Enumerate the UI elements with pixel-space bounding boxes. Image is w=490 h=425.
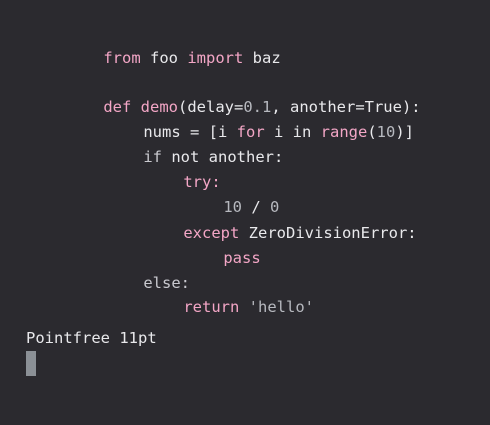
paren-close: )] bbox=[395, 123, 415, 141]
builtin-range: range bbox=[320, 123, 368, 141]
code-line-3: nums = [i for i in range(10)] bbox=[106, 102, 414, 141]
text-cursor bbox=[26, 351, 36, 376]
code-line-5: try: bbox=[146, 152, 220, 191]
number-literal: 10 bbox=[376, 123, 396, 141]
code-line-1: from foo import baz bbox=[66, 28, 280, 67]
keyword-import: import bbox=[187, 49, 244, 67]
keyword-from: from bbox=[103, 49, 141, 67]
code-line-10: return 'hello' bbox=[146, 277, 314, 316]
code-editor[interactable]: from foo import baz def demo(delay=0.1, … bbox=[0, 0, 490, 425]
code-line-8: pass bbox=[186, 228, 260, 267]
string-literal: 'hello' bbox=[248, 298, 314, 316]
exception-name: ZeroDivisionError: bbox=[239, 224, 417, 242]
keyword-return: return bbox=[183, 298, 240, 316]
code-line-4: if not another: bbox=[106, 127, 283, 166]
code-line-2: def demo(delay=0.1, another=True): bbox=[66, 77, 420, 116]
font-info-label: Pointfree 11pt bbox=[26, 329, 157, 347]
code-line-7: except ZeroDivisionError: bbox=[146, 203, 416, 242]
module-name: foo bbox=[140, 49, 188, 67]
keyword-pass: pass bbox=[223, 249, 261, 267]
paren-open: ( bbox=[367, 123, 377, 141]
code-line-6: 10 / 0 bbox=[186, 177, 279, 216]
import-name: baz bbox=[243, 49, 281, 67]
code-line-9: else: bbox=[106, 253, 190, 292]
